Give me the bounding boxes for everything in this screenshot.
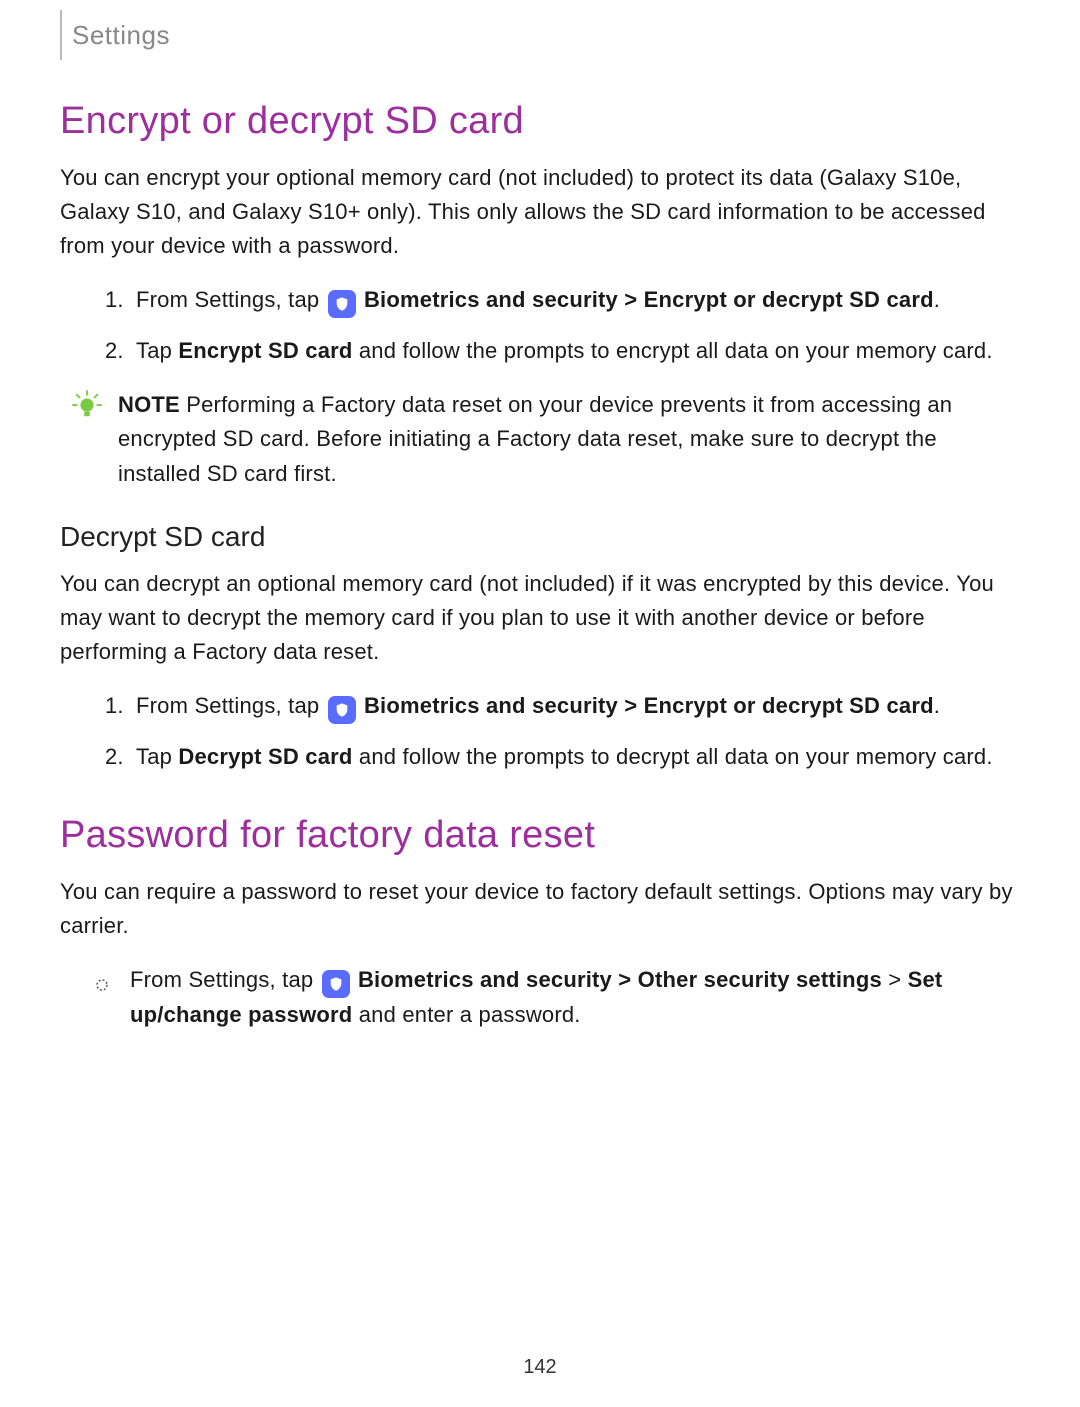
- decrypt-steps: From Settings, tap Biometrics and securi…: [60, 689, 1020, 774]
- note-label: NOTE: [118, 392, 180, 417]
- note-body: Performing a Factory data reset on your …: [118, 392, 952, 485]
- password-intro: You can require a password to reset your…: [60, 875, 1020, 943]
- step-text: Tap: [136, 744, 178, 769]
- step-suffix: .: [934, 287, 940, 312]
- step-suffix: and follow the prompts to decrypt all da…: [353, 744, 993, 769]
- bullet-bold-1: Biometrics and security > Other security…: [358, 967, 882, 992]
- section-title-encrypt: Encrypt or decrypt SD card: [60, 100, 1020, 143]
- circle-bullet-icon: [94, 969, 110, 1003]
- decrypt-step-2: Tap Decrypt SD card and follow the promp…: [130, 740, 1020, 774]
- step-bold: Biometrics and security > Encrypt or dec…: [364, 693, 934, 718]
- decrypt-intro: You can decrypt an optional memory card …: [60, 567, 1020, 669]
- step-text: From Settings, tap: [136, 287, 326, 312]
- encrypt-steps: From Settings, tap Biometrics and securi…: [60, 283, 1020, 368]
- step-text: Tap: [136, 338, 178, 363]
- header-label: Settings: [72, 20, 170, 51]
- password-bullet-1: From Settings, tap Biometrics and securi…: [94, 963, 1020, 1032]
- bullet-text: From Settings, tap: [130, 967, 320, 992]
- encrypt-step-1: From Settings, tap Biometrics and securi…: [130, 283, 1020, 318]
- section-title-password: Password for factory data reset: [60, 814, 1020, 857]
- lightbulb-icon: [72, 388, 102, 490]
- step-bold: Encrypt SD card: [178, 338, 352, 363]
- password-bullets: From Settings, tap Biometrics and securi…: [60, 963, 1020, 1032]
- shield-icon: [328, 290, 356, 318]
- subsection-title-decrypt: Decrypt SD card: [60, 521, 1020, 553]
- decrypt-step-1: From Settings, tap Biometrics and securi…: [130, 689, 1020, 724]
- step-suffix: .: [934, 693, 940, 718]
- shield-icon: [322, 970, 350, 998]
- step-suffix: and follow the prompts to encrypt all da…: [353, 338, 993, 363]
- step-bold: Biometrics and security > Encrypt or dec…: [364, 287, 934, 312]
- encrypt-intro: You can encrypt your optional memory car…: [60, 161, 1020, 263]
- note-text: NOTE Performing a Factory data reset on …: [118, 388, 1020, 490]
- encrypt-step-2: Tap Encrypt SD card and follow the promp…: [130, 334, 1020, 368]
- header-rule: [60, 10, 62, 60]
- running-header: Settings: [60, 10, 1020, 60]
- bullet-suffix: and enter a password.: [352, 1002, 580, 1027]
- page-number: 142: [0, 1356, 1080, 1379]
- step-text: From Settings, tap: [136, 693, 326, 718]
- shield-icon: [328, 696, 356, 724]
- note-block: NOTE Performing a Factory data reset on …: [60, 388, 1020, 490]
- bullet-mid: >: [882, 967, 908, 992]
- step-bold: Decrypt SD card: [178, 744, 352, 769]
